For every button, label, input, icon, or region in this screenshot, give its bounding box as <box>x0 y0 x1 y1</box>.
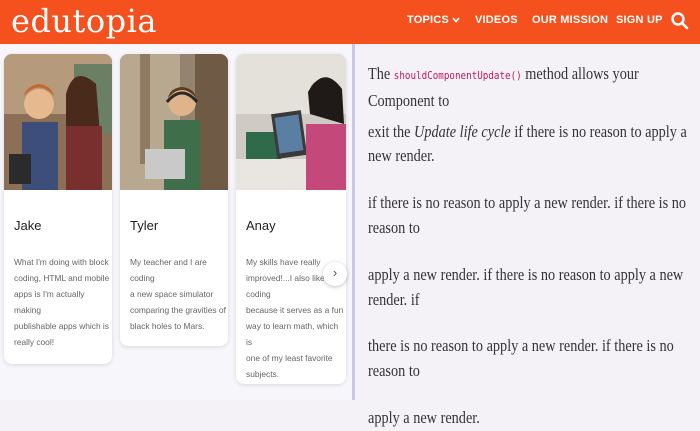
nav-topics-label: TOPICS <box>407 14 449 26</box>
student-card-jake[interactable]: Jake What I'm doing with block coding, H… <box>4 54 112 364</box>
nav-videos[interactable]: VIDEOS <box>475 14 518 26</box>
inline-code-method: shouldComponentUpdate() <box>393 69 522 82</box>
article-line-3: if there is no reason to apply a new ren… <box>368 193 687 237</box>
tyler-photo <box>120 54 228 190</box>
nav-sign-up[interactable]: SIGN UP <box>616 14 663 26</box>
chevron-right-icon: › <box>332 265 338 280</box>
carousel-next-button[interactable]: › <box>323 262 347 286</box>
nav-our-mission[interactable]: OUR MISSION <box>532 14 608 26</box>
student-name: Anay <box>246 218 276 233</box>
article-line-5: there is no reason to apply a new render… <box>368 336 674 381</box>
student-cards-carousel: Jake What I'm doing with block coding, H… <box>0 44 352 400</box>
article-line-2: exit the Update life cycle if there is n… <box>368 121 687 166</box>
edutopia-logo[interactable]: edutopia <box>11 2 157 40</box>
column-divider <box>352 44 355 400</box>
chevron-down-icon <box>452 14 460 26</box>
student-quote: What I'm doing with block coding, HTML a… <box>14 257 110 347</box>
anay-photo <box>236 54 346 190</box>
top-navigation-bar: edutopia TOPICS VIDEOS OUR MISSION SIGN … <box>0 0 700 44</box>
student-card-tyler[interactable]: Tyler My teacher and I are coding a new … <box>120 54 228 346</box>
student-card-anay[interactable]: Anay My skills have really improved!...I… <box>236 54 346 384</box>
article-line-4: apply a new render. if there is no reaso… <box>368 264 684 309</box>
article-line-6: apply a new render. <box>368 407 480 427</box>
student-quote: My teacher and I are coding a new space … <box>130 257 226 331</box>
article-panel: The shouldComponentUpdate() method allow… <box>356 44 700 427</box>
jake-photo <box>4 54 112 190</box>
article-paragraph: The shouldComponentUpdate() method allow… <box>368 62 696 431</box>
student-name: Jake <box>14 218 42 233</box>
nav-topics[interactable]: TOPICS <box>407 14 460 26</box>
emphasis-update-life-cycle: Update life cycle <box>414 121 511 141</box>
student-name: Tyler <box>130 218 159 233</box>
search-icon[interactable] <box>670 11 690 31</box>
article-line-1: The shouldComponentUpdate() method allow… <box>368 64 639 110</box>
